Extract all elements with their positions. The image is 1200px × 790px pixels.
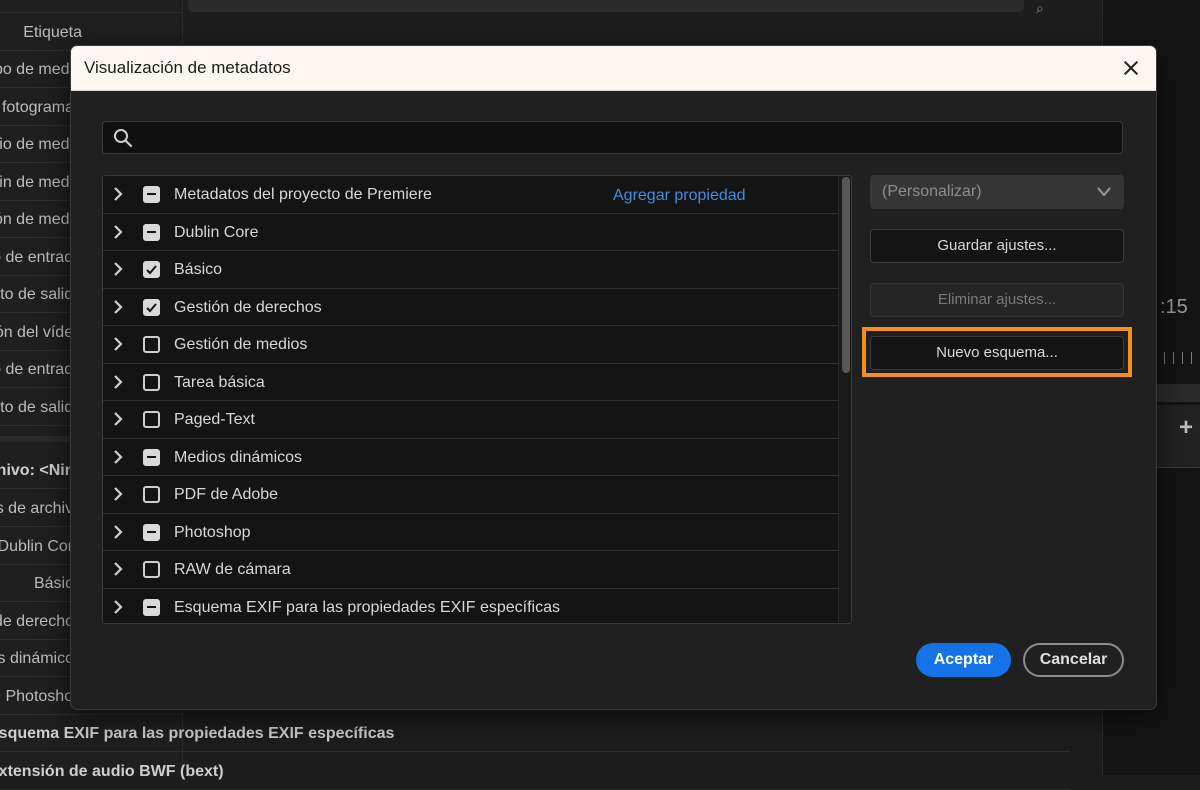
dialog-title: Visualización de metadatos xyxy=(84,58,291,77)
schema-row[interactable]: RAW de cámara xyxy=(103,551,838,589)
schema-label: Photoshop xyxy=(174,523,251,541)
schema-label: Dublin Core xyxy=(174,223,259,241)
schema-checkbox-checked[interactable] xyxy=(143,298,160,316)
schema-label: Tarea básica xyxy=(174,373,265,391)
accept-button[interactable]: Aceptar xyxy=(916,643,1011,677)
background-row: ... de archivo xyxy=(0,0,182,13)
background-row-label: Extensión de audio BWF (bext) xyxy=(0,762,224,780)
schema-row[interactable]: Gestión de medios xyxy=(103,326,838,364)
chevron-right-icon[interactable] xyxy=(110,186,126,202)
checkmark-icon xyxy=(146,302,157,312)
search-icon xyxy=(114,129,133,148)
chevron-right-icon[interactable] xyxy=(110,336,126,352)
preset-selected-value: (Personalizar) xyxy=(882,183,982,200)
background-time-ruler xyxy=(1155,352,1200,364)
schema-checkbox-mixed[interactable] xyxy=(143,598,160,616)
search-field[interactable] xyxy=(102,121,1123,155)
chevron-right-icon[interactable] xyxy=(110,486,126,502)
schema-label: RAW de cámara xyxy=(174,561,291,578)
schema-checkbox-unchecked[interactable] xyxy=(143,373,160,391)
dialog-titlebar: Visualización de metadatos xyxy=(71,46,1156,91)
schema-row[interactable]: Básico xyxy=(103,251,838,289)
search-input[interactable] xyxy=(143,122,1117,155)
schema-label: Gestión de derechos xyxy=(174,298,322,316)
schema-checkbox-unchecked[interactable] xyxy=(143,411,160,428)
delete-settings-button[interactable]: Eliminar ajustes... xyxy=(870,283,1124,317)
schema-label: PDF de Adobe xyxy=(174,486,279,503)
background-search-icon: ⌕ xyxy=(1036,0,1044,16)
schema-row[interactable]: Paged-Text xyxy=(103,401,838,439)
schema-label: Gestión de medios xyxy=(174,336,308,353)
schema-checkbox-unchecked[interactable] xyxy=(143,336,160,353)
schema-checkbox-unchecked[interactable] xyxy=(143,561,160,578)
background-row-label: ... de archivo xyxy=(0,0,82,12)
chevron-down-icon xyxy=(1097,187,1111,197)
scrollbar-thumb[interactable] xyxy=(842,177,850,373)
schema-checkbox-unchecked[interactable] xyxy=(143,486,160,503)
background-scrollbar xyxy=(1155,384,1200,402)
background-controls xyxy=(1155,405,1200,468)
schema-row[interactable]: Dublin Core xyxy=(103,213,838,251)
schema-label: Esquema EXIF para las propiedades EXIF e… xyxy=(174,598,560,616)
schema-label: Paged-Text xyxy=(174,411,255,428)
schema-checkbox-checked[interactable] xyxy=(143,261,160,278)
schema-row[interactable]: Esquema EXIF para las propiedades EXIF e… xyxy=(103,588,838,623)
schema-checkbox-mixed[interactable] xyxy=(143,523,160,541)
schema-row[interactable]: Metadatos del proyecto de Premiere Agrega… xyxy=(103,176,838,214)
schema-checkbox-mixed[interactable] xyxy=(143,186,160,203)
chevron-right-icon[interactable] xyxy=(110,374,126,390)
chevron-right-icon[interactable] xyxy=(110,224,126,240)
chevron-right-icon[interactable] xyxy=(110,449,126,465)
add-property-link[interactable]: Agregar propiedad xyxy=(613,187,746,205)
schema-rows: Metadatos del proyecto de Premiere Agrega… xyxy=(103,176,838,623)
list-scrollbar[interactable] xyxy=(838,176,851,623)
background-row: Esquema EXIF para las propiedades EXIF e… xyxy=(0,715,1070,752)
chevron-right-icon[interactable] xyxy=(110,299,126,315)
preset-dropdown[interactable]: (Personalizar) xyxy=(870,175,1124,209)
chevron-right-icon[interactable] xyxy=(110,411,126,427)
chevron-right-icon[interactable] xyxy=(110,561,126,577)
background-timecode: :15 xyxy=(1160,296,1188,318)
schema-row[interactable]: PDF de Adobe xyxy=(103,476,838,514)
chevron-right-icon[interactable] xyxy=(110,261,126,277)
schema-checkbox-mixed[interactable] xyxy=(143,448,160,466)
background-search-bar xyxy=(188,0,1024,12)
background-row-label: Esquema EXIF para las propiedades EXIF e… xyxy=(0,725,395,742)
new-schema-button[interactable]: Nuevo esquema... xyxy=(870,336,1124,370)
close-icon[interactable] xyxy=(1116,53,1146,83)
save-settings-button[interactable]: Guardar ajustes... xyxy=(870,229,1124,263)
schema-label: Metadatos del proyecto de Premiere xyxy=(174,186,432,203)
metadata-display-dialog: Visualización de metadatos Metadatos del… xyxy=(70,45,1157,710)
schema-row[interactable]: Photoshop xyxy=(103,513,838,551)
schema-row[interactable]: Gestión de derechos xyxy=(103,288,838,326)
schema-label: Medios dinámicos xyxy=(174,448,303,466)
background-plus-icon: + xyxy=(1179,414,1194,441)
background-row: Extensión de audio BWF (bext) xyxy=(0,753,1070,790)
schema-list[interactable]: Metadatos del proyecto de Premiere Agrega… xyxy=(102,175,852,624)
schema-row[interactable]: Tarea básica xyxy=(103,363,838,401)
chevron-right-icon[interactable] xyxy=(110,599,126,615)
checkmark-icon xyxy=(146,265,157,275)
cancel-button[interactable]: Cancelar xyxy=(1023,643,1124,677)
chevron-right-icon[interactable] xyxy=(110,524,126,540)
schema-checkbox-mixed[interactable] xyxy=(143,223,160,241)
schema-row[interactable]: Medios dinámicos xyxy=(103,438,838,476)
schema-label: Básico xyxy=(174,261,223,278)
